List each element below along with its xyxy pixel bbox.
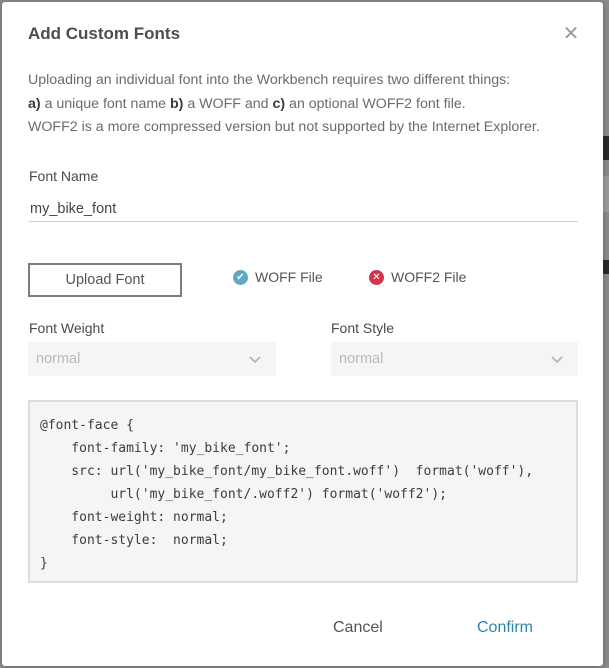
dialog-description: Uploading an individual font into the Wo… — [28, 69, 588, 140]
font-weight-label: Font Weight — [29, 320, 105, 336]
font-style-select[interactable]: normal — [331, 342, 578, 376]
background-strip — [603, 260, 609, 274]
cancel-button[interactable]: Cancel — [333, 619, 383, 637]
font-style-value: normal — [339, 351, 384, 367]
background-strip — [603, 136, 609, 160]
marker-b: b) — [169, 95, 184, 112]
font-style-label: Font Style — [331, 320, 395, 336]
description-text: an optional WOFF2 font file. — [285, 95, 466, 112]
upload-font-button[interactable]: Upload Font — [28, 263, 182, 297]
description-line-3: WOFF2 is a more compressed version but n… — [28, 119, 540, 135]
check-circle-icon: ✔ — [233, 269, 248, 285]
woff-file-status: ✔ WOFF File — [233, 269, 323, 285]
chevron-down-icon — [249, 356, 261, 364]
font-face-code-preview: @font-face { font-family: 'my_bike_font'… — [28, 400, 578, 583]
description-text: a unique font name — [40, 95, 170, 112]
woff2-file-status: ✕ WOFF2 File — [369, 269, 466, 285]
font-weight-value: normal — [36, 351, 81, 367]
dialog-title: Add Custom Fonts — [28, 24, 181, 43]
chevron-down-icon — [551, 356, 563, 364]
font-name-input[interactable] — [29, 196, 578, 222]
font-name-label: Font Name — [29, 168, 99, 184]
x-circle-icon: ✕ — [369, 269, 384, 285]
description-line-1: Uploading an individual font into the Wo… — [28, 72, 511, 88]
description-text: a WOFF and — [183, 95, 273, 112]
close-icon[interactable]: ✕ — [561, 24, 581, 44]
marker-a: a) — [28, 95, 41, 112]
background-strip — [603, 176, 609, 212]
font-weight-select[interactable]: normal — [28, 342, 276, 376]
add-custom-fonts-dialog: Add Custom Fonts ✕ Uploading an individu… — [2, 2, 603, 666]
marker-c: c) — [272, 95, 286, 112]
description-line-2: a) a unique font name b) a WOFF and c) a… — [28, 93, 588, 117]
confirm-button[interactable]: Confirm — [477, 619, 533, 637]
woff2-file-label: WOFF2 File — [391, 269, 467, 285]
woff-file-label: WOFF File — [255, 269, 323, 285]
